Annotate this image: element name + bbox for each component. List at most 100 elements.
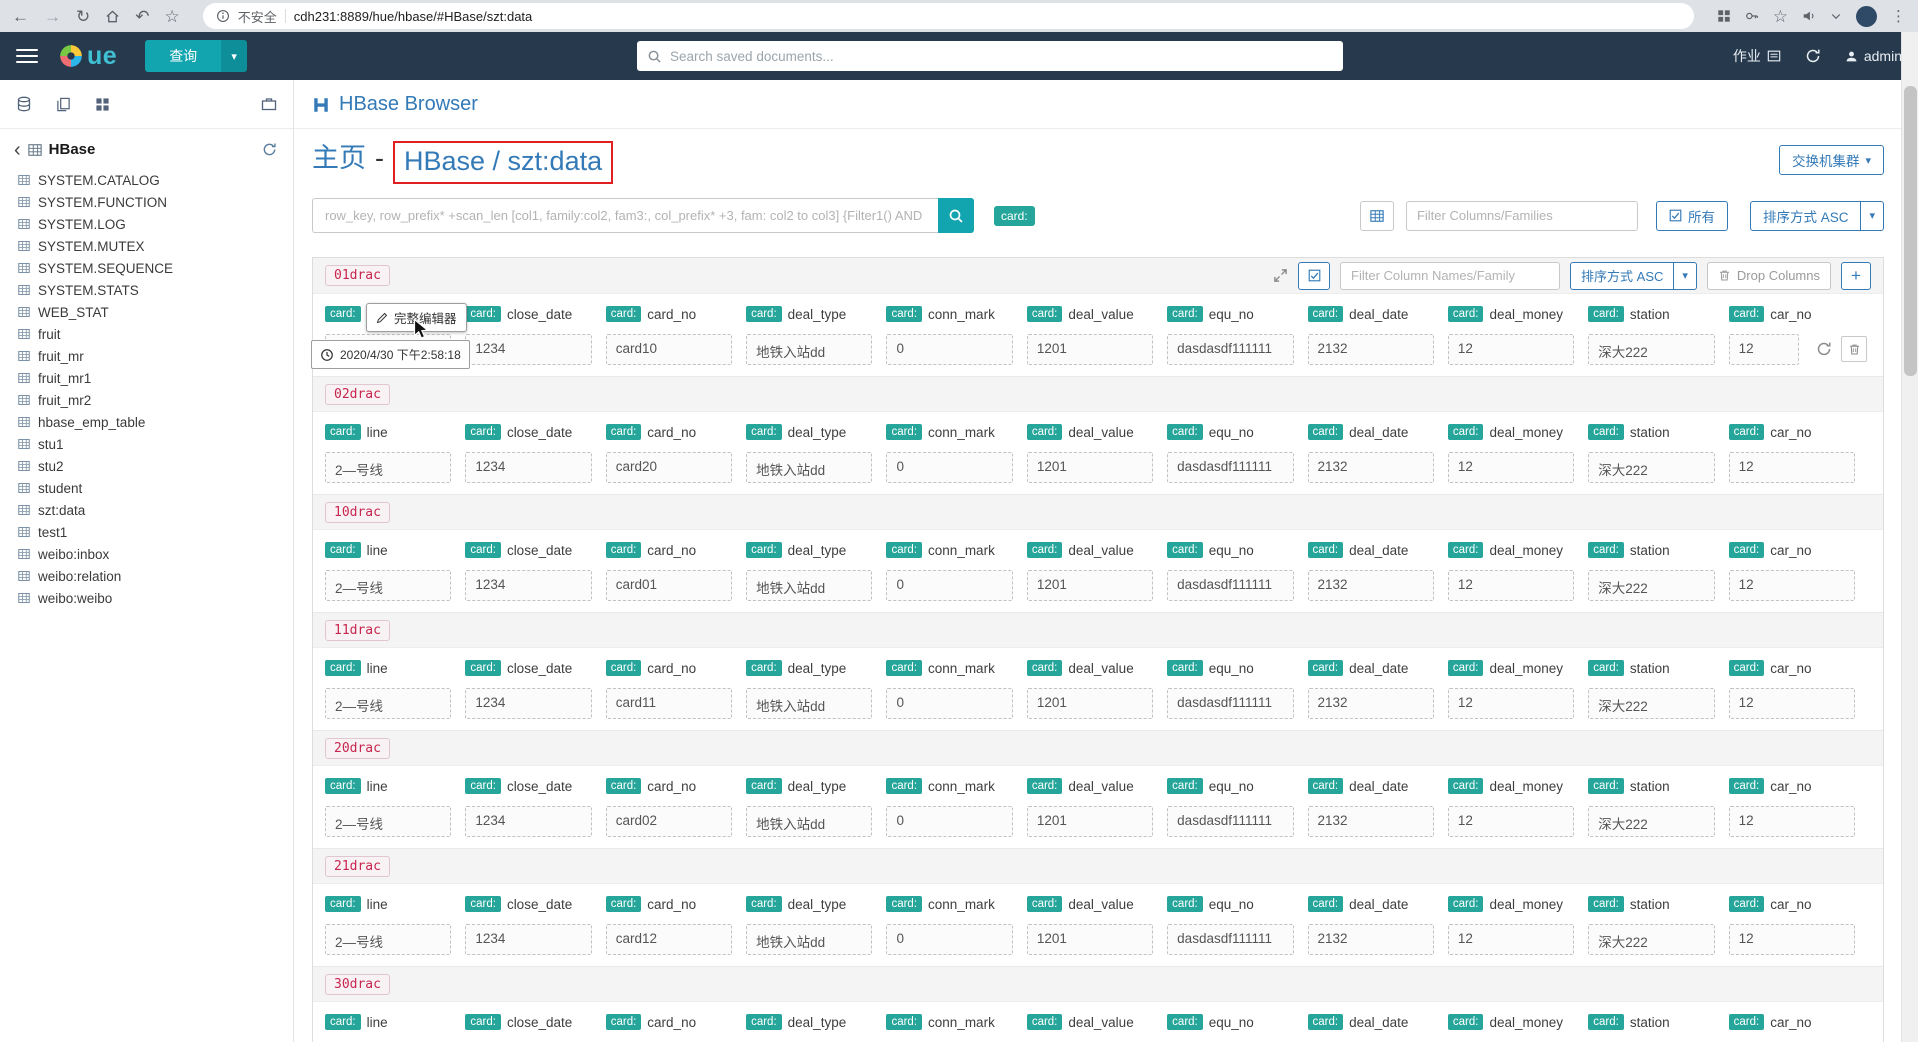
browser-back-icon[interactable]: ← <box>12 8 29 25</box>
column-header-station[interactable]: card: station <box>1588 418 1714 446</box>
cell-deal_money[interactable]: 12 <box>1447 452 1575 484</box>
apps-grid-icon[interactable] <box>95 97 110 112</box>
column-header-close_date[interactable]: card: close_date <box>465 772 591 800</box>
cell-close_date[interactable]: 1234 <box>465 570 592 602</box>
sidebar-item-weibo-relation[interactable]: weibo:relation <box>0 565 293 587</box>
sort-caret-button[interactable]: ▾ <box>1861 200 1884 231</box>
sidebar-item-weibo-inbox[interactable]: weibo:inbox <box>0 543 293 565</box>
sidebar-item-system-stats[interactable]: SYSTEM.STATS <box>0 279 293 301</box>
cell-station[interactable]: 深大222 <box>1588 688 1715 720</box>
column-header-deal_value[interactable]: card: deal_value <box>1026 300 1153 328</box>
column-header-car_no[interactable]: card: car_no <box>1728 890 1855 918</box>
chevron-down-icon[interactable] <box>1830 10 1842 22</box>
cell-deal_date[interactable]: 2132 <box>1307 924 1434 956</box>
column-header-deal_value[interactable]: card: deal_value <box>1026 418 1153 446</box>
cell-deal_type[interactable]: 地铁入站dd <box>746 452 873 484</box>
cell-conn_mark[interactable]: 0 <box>886 334 1013 366</box>
cell-station[interactable]: 深大222 <box>1588 452 1715 484</box>
cell-equ_no[interactable]: dasdasdf111111 <box>1167 452 1294 484</box>
cell-card_no[interactable]: card20 <box>605 452 733 484</box>
column-header-station[interactable]: card: station <box>1588 890 1714 918</box>
column-header-close_date[interactable]: card: close_date <box>465 654 591 682</box>
cell-deal_type[interactable]: 地铁入站dd <box>746 806 873 838</box>
select-all-button[interactable]: 所有 <box>1655 200 1728 231</box>
column-header-line[interactable]: card: line <box>325 654 451 682</box>
cell-close_date[interactable]: 1234 <box>465 452 592 484</box>
column-header-deal_date[interactable]: card: deal_date <box>1307 300 1434 328</box>
add-column-button[interactable]: + <box>1841 261 1871 290</box>
cell-car_no[interactable]: 12 <box>1728 924 1855 956</box>
browser-undo-icon[interactable]: ↶ <box>135 8 149 25</box>
row-key[interactable]: 02drac <box>325 383 390 405</box>
cell-station[interactable]: 深大222 <box>1588 806 1715 838</box>
column-header-line[interactable]: card: line <box>325 890 451 918</box>
column-header-car_no[interactable]: card: car_no <box>1728 1008 1855 1036</box>
cell-deal_date[interactable]: 2132 <box>1307 688 1434 720</box>
cell-deal_money[interactable]: 12 <box>1447 924 1575 956</box>
sort-asc-button[interactable]: 排序方式 ASC <box>1749 200 1862 231</box>
column-header-deal_value[interactable]: card: deal_value <box>1026 654 1153 682</box>
cell-car_no[interactable]: 12 <box>1728 452 1855 484</box>
row-key[interactable]: 11drac <box>325 619 390 641</box>
user-menu[interactable]: admin <box>1845 48 1902 64</box>
column-header-equ_no[interactable]: card: equ_no <box>1167 890 1293 918</box>
column-header-card_no[interactable]: card: card_no <box>605 418 732 446</box>
bookmark-this-icon[interactable]: ☆ <box>1773 8 1788 25</box>
column-header-deal_value[interactable]: card: deal_value <box>1026 890 1153 918</box>
row-sort-caret-icon[interactable]: ▾ <box>1674 261 1697 290</box>
jobs-link[interactable]: 作业 <box>1733 46 1781 66</box>
documents-icon[interactable] <box>56 97 71 112</box>
column-header-deal_type[interactable]: card: deal_type <box>746 536 872 564</box>
scrollbar-thumb[interactable] <box>1904 86 1917 376</box>
global-search-input[interactable] <box>670 48 1334 64</box>
sidebar-item-stu1[interactable]: stu1 <box>0 433 293 455</box>
info-icon[interactable] <box>216 9 230 23</box>
breadcrumb-table[interactable]: HBase / szt:data <box>404 146 602 176</box>
row-key[interactable]: 20drac <box>325 737 390 759</box>
cell-line[interactable]: 2—号线 <box>325 570 452 602</box>
cell-car_no[interactable]: 12 <box>1728 334 1799 366</box>
hue-logo[interactable]: ue <box>58 42 117 71</box>
column-header-equ_no[interactable]: card: equ_no <box>1167 536 1293 564</box>
column-header-card_no[interactable]: card: card_no <box>605 300 732 328</box>
databases-icon[interactable] <box>16 96 32 112</box>
search-button[interactable] <box>938 198 974 234</box>
browser-home-icon[interactable] <box>105 9 120 24</box>
cell-deal_date[interactable]: 2132 <box>1307 452 1434 484</box>
sidebar-item-test1[interactable]: test1 <box>0 521 293 543</box>
cell-car_no[interactable]: 12 <box>1728 688 1855 720</box>
sidebar-item-system-sequence[interactable]: SYSTEM.SEQUENCE <box>0 257 293 279</box>
column-header-deal_value[interactable]: card: deal_value <box>1026 536 1153 564</box>
column-header-deal_type[interactable]: card: deal_type <box>746 772 872 800</box>
sidebar-item-fruit-mr1[interactable]: fruit_mr1 <box>0 367 293 389</box>
password-key-icon[interactable] <box>1745 9 1759 23</box>
row-key[interactable]: 30drac <box>325 973 390 995</box>
column-header-close_date[interactable]: card: close_date <box>465 418 591 446</box>
cell-conn_mark[interactable]: 0 <box>886 688 1013 720</box>
browser-forward-icon[interactable]: → <box>44 8 61 25</box>
column-header-card_no[interactable]: card: card_no <box>605 654 732 682</box>
chevron-left-icon[interactable]: ‹ <box>14 140 21 160</box>
cell-conn_mark[interactable]: 0 <box>886 570 1013 602</box>
column-header-car_no[interactable]: card: car_no <box>1728 654 1855 682</box>
sidebar-item-stu2[interactable]: stu2 <box>0 455 293 477</box>
column-header-equ_no[interactable]: card: equ_no <box>1167 772 1293 800</box>
extensions-grid-icon[interactable] <box>1717 9 1731 23</box>
query-button[interactable]: 查询 <box>145 40 222 72</box>
column-header-deal_money[interactable]: card: deal_money <box>1447 300 1574 328</box>
filter-columns-input[interactable] <box>1405 200 1638 231</box>
column-header-deal_type[interactable]: card: deal_type <box>746 1008 872 1036</box>
cell-deal_value[interactable]: 1201 <box>1026 570 1154 602</box>
cell-line[interactable]: 2—号线 <box>325 924 452 956</box>
sidebar-item-fruit-mr2[interactable]: fruit_mr2 <box>0 389 293 411</box>
column-header-conn_mark[interactable]: card: conn_mark <box>886 300 1012 328</box>
cell-deal_date[interactable]: 2132 <box>1307 570 1434 602</box>
cell-line[interactable]: 2—号线 <box>325 806 452 838</box>
cell-card_no[interactable]: card01 <box>605 570 733 602</box>
column-header-deal_type[interactable]: card: deal_type <box>746 654 872 682</box>
cell-equ_no[interactable]: dasdasdf111111 <box>1167 924 1294 956</box>
column-header-deal_date[interactable]: card: deal_date <box>1307 418 1434 446</box>
cell-deal_value[interactable]: 1201 <box>1026 924 1154 956</box>
scrollbar[interactable] <box>1901 32 1918 1042</box>
sidebar-item-student[interactable]: student <box>0 477 293 499</box>
